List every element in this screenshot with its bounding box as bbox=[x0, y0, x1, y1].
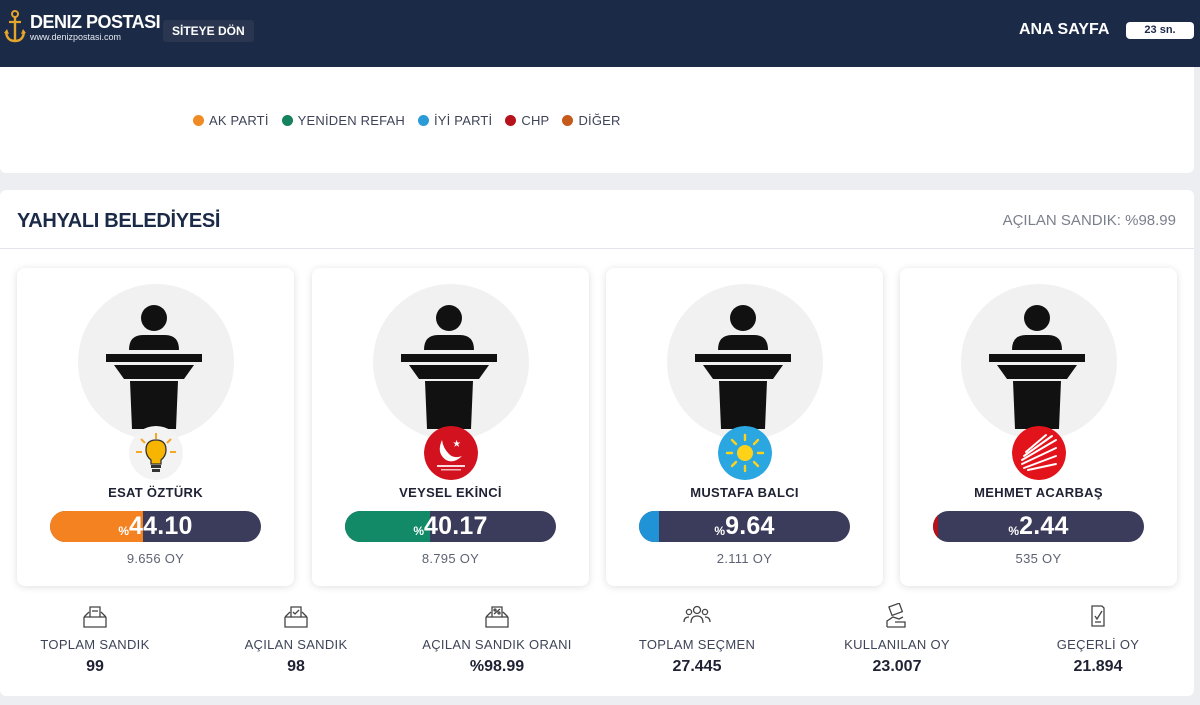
legend-dot bbox=[193, 115, 204, 126]
stat-label: AÇILAN SANDIK ORANI bbox=[422, 637, 572, 652]
hand-vote-icon bbox=[886, 603, 906, 628]
vote-share-bar: %2.44 bbox=[933, 511, 1144, 542]
legend-dot bbox=[505, 115, 517, 126]
refresh-timer: 23 sn. bbox=[1126, 22, 1194, 39]
vote-count: 535 OY bbox=[1015, 551, 1062, 566]
legend-label: CHP bbox=[521, 113, 550, 128]
vote-share-value: %9.64 bbox=[714, 512, 775, 540]
podium-speaker-icon bbox=[695, 305, 791, 429]
chp-arrows-icon bbox=[1012, 426, 1066, 480]
legend-label: İYİ PARTİ bbox=[433, 113, 493, 128]
stat-valid-votes: GEÇERLİ OY 21.894 bbox=[1003, 603, 1193, 676]
ak-parti-bulb-icon bbox=[129, 426, 183, 480]
anchor-icon bbox=[4, 10, 26, 43]
candidate-name: MUSTAFA BALCI bbox=[690, 485, 799, 500]
candidate-name: VEYSEL EKİNCİ bbox=[399, 485, 502, 500]
legend-label: DİĞER bbox=[578, 113, 621, 128]
home-link[interactable]: ANA SAYFA bbox=[1019, 20, 1109, 40]
municipality-title: YAHYALI BELEDİYESİ bbox=[17, 210, 221, 232]
legend-dot bbox=[562, 115, 574, 126]
ballot-box-icon bbox=[83, 606, 107, 628]
candidate-card: MUSTAFA BALCI %9.64 2.111 OY bbox=[606, 268, 883, 586]
stat-used-votes: KULLANILAN OY 23.007 bbox=[802, 603, 992, 676]
podium-speaker-icon bbox=[989, 305, 1085, 429]
stat-value: 21.894 bbox=[1073, 658, 1123, 675]
stat-label: KULLANILAN OY bbox=[844, 637, 950, 652]
podium-speaker-icon bbox=[106, 305, 202, 429]
stat-label: TOPLAM SANDIK bbox=[40, 637, 150, 652]
legend-item-yeniden-refah: YENİDEN REFAH bbox=[281, 113, 405, 128]
stat-opened-ratio: AÇILAN SANDIK ORANI %98.99 bbox=[402, 603, 592, 676]
legend-dot bbox=[281, 115, 293, 126]
vote-count: 8.795 OY bbox=[421, 551, 480, 566]
back-to-site-button[interactable]: SİTEYE DÖN bbox=[163, 20, 254, 42]
site-logo[interactable]: DENIZ POSTASI www.denizpostasi.com bbox=[4, 10, 161, 44]
vote-share-bar: %40.17 bbox=[345, 511, 556, 542]
candidate-card: VEYSEL EKİNCİ %40.17 8.795 OY bbox=[312, 268, 589, 586]
iyi-parti-sun-icon bbox=[718, 426, 772, 480]
podium-speaker-icon bbox=[401, 305, 497, 429]
vote-share-value: %40.17 bbox=[413, 512, 488, 540]
valid-ballot-icon bbox=[1091, 605, 1105, 627]
stat-label: GEÇERLİ OY bbox=[1056, 637, 1140, 652]
stat-total-voters: TOPLAM SEÇMEN 27.445 bbox=[602, 603, 792, 676]
yeniden-refah-icon bbox=[424, 426, 478, 480]
results-card: YAHYALI BELEDİYESİ AÇILAN SANDIK: %98.99 bbox=[0, 190, 1194, 696]
top-bar: DENIZ POSTASI www.denizpostasi.com SİTEY… bbox=[0, 0, 1200, 67]
legend-dot bbox=[417, 115, 429, 126]
stat-value: 27.445 bbox=[672, 658, 722, 675]
legend-item-ak-parti: AK PARTİ bbox=[193, 113, 269, 128]
legend-item-diger: DİĞER bbox=[562, 113, 620, 128]
legend-label: YENİDEN REFAH bbox=[297, 113, 405, 128]
candidate-card: MEHMET ACARBAŞ %2.44 535 OY bbox=[900, 268, 1177, 586]
voters-group-icon bbox=[683, 605, 711, 624]
vote-share-bar: %44.10 bbox=[50, 511, 261, 542]
vote-count: 9.656 OY bbox=[126, 551, 185, 566]
stat-label: AÇILAN SANDIK bbox=[244, 637, 348, 652]
stat-value: 99 bbox=[86, 658, 104, 675]
divider bbox=[0, 248, 1194, 249]
legend-item-iyi-parti: İYİ PARTİ bbox=[417, 113, 493, 128]
stat-value: 98 bbox=[287, 658, 305, 675]
candidate-card: ESAT ÖZTÜRK %44.10 9.656 OY bbox=[17, 268, 294, 586]
vote-share-value: %2.44 bbox=[1008, 512, 1069, 540]
legend-label: AK PARTİ bbox=[209, 113, 269, 128]
stat-value: %98.99 bbox=[469, 658, 525, 675]
vote-count: 2.111 OY bbox=[716, 551, 773, 566]
party-legend: AK PARTİ YENİDEN REFAH İYİ PARTİ CHP DİĞ… bbox=[193, 113, 634, 128]
ballot-box-check-icon bbox=[284, 606, 308, 628]
vote-share-bar: %9.64 bbox=[639, 511, 850, 542]
opened-boxes-summary: AÇILAN SANDIK: %98.99 bbox=[1002, 212, 1176, 229]
stat-opened-boxes: AÇILAN SANDIK 98 bbox=[201, 603, 391, 676]
legend-item-chp: CHP bbox=[505, 113, 549, 128]
vote-share-value: %44.10 bbox=[118, 512, 193, 540]
stat-value: 23.007 bbox=[872, 658, 922, 675]
ballot-box-percent-icon bbox=[485, 606, 509, 628]
stat-total-boxes: TOPLAM SANDIK 99 bbox=[0, 603, 190, 676]
stat-label: TOPLAM SEÇMEN bbox=[638, 637, 756, 652]
legend-card: AK PARTİ YENİDEN REFAH İYİ PARTİ CHP DİĞ… bbox=[0, 67, 1194, 173]
logo-title: DENIZ POSTASI bbox=[30, 11, 161, 32]
candidate-name: MEHMET ACARBAŞ bbox=[974, 485, 1103, 500]
candidate-name: ESAT ÖZTÜRK bbox=[108, 485, 203, 500]
logo-url: www.denizpostasi.com bbox=[30, 31, 122, 42]
